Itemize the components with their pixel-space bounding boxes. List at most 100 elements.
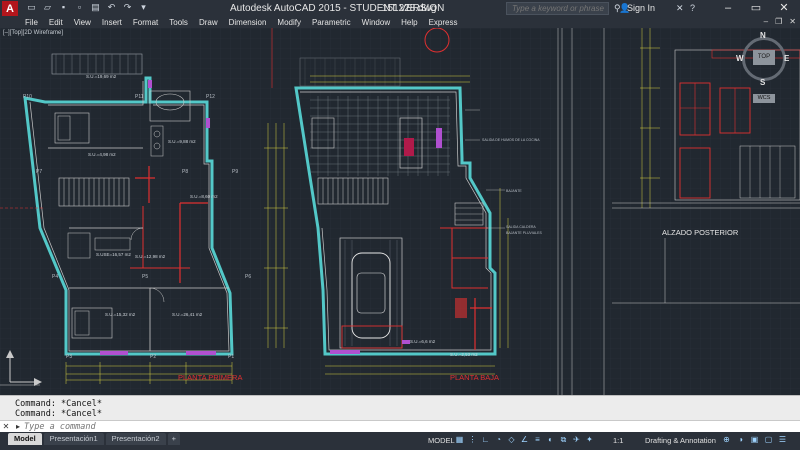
annotation-visibility-icon[interactable]: ✈ (572, 435, 581, 444)
grid-icon[interactable]: ▦ (455, 435, 464, 444)
osnap-icon[interactable]: ◇ (507, 435, 516, 444)
selection-cycling-icon[interactable]: ⧉ (559, 435, 568, 444)
help-icon[interactable]: ? (690, 3, 695, 13)
auto-scale-icon[interactable]: ✦ (585, 435, 594, 444)
point-label: P11 (135, 94, 144, 100)
plan2-title: PLANTA BAJA (450, 373, 499, 382)
maximize-button[interactable]: ▭ (742, 0, 770, 17)
room-label: S.U.=2,53 m2 (450, 352, 478, 357)
document-window-controls: – ❐ ✕ (764, 17, 796, 26)
ortho-icon[interactable]: ∟ (481, 435, 490, 444)
exchange-icon[interactable]: ✕ (676, 3, 684, 14)
point-label: P4 (52, 274, 58, 280)
point-label: P8 (182, 169, 188, 175)
menu-tools[interactable]: Tools (169, 17, 188, 28)
new-file-icon[interactable]: ▭ (26, 2, 37, 13)
tab-model[interactable]: Model (8, 433, 42, 445)
save-icon[interactable]: ▪ (58, 2, 69, 13)
viewport-controls-label[interactable]: [–][Top][2D Wireframe] (3, 30, 63, 36)
viewcube-top-face[interactable]: TOP (753, 50, 775, 65)
room-label: S.U.=4,98 m2 (88, 152, 116, 157)
sign-in-button[interactable]: Sign In (627, 3, 655, 13)
dropdown-arrow-icon[interactable]: ▾ (138, 2, 149, 13)
point-label: P6 (245, 274, 251, 280)
menu-edit[interactable]: Edit (49, 17, 63, 28)
command-history: Command: *Cancel* Command: *Cancel* (0, 395, 800, 420)
file-title: 151228.dwg (382, 3, 437, 14)
drafting-toggles: ▦ ⋮ ∟ ◔ ◇ ∠ ≡ ◐ ⧉ ✈ ✦ (455, 435, 594, 444)
status-bar: Model Presentación1 Presentación2 + MODE… (0, 432, 800, 450)
menu-insert[interactable]: Insert (102, 17, 122, 28)
command-input[interactable] (24, 421, 424, 432)
close-command-line-icon[interactable]: ✕ (0, 422, 12, 431)
close-button[interactable]: ✕ (770, 0, 798, 17)
plan1-title: PLANTA PRIMERA (178, 373, 242, 382)
search-input[interactable] (512, 4, 608, 13)
room-label: S.U.=6,6 m2 (410, 339, 436, 344)
search-box (506, 2, 609, 15)
menu-format[interactable]: Format (133, 17, 158, 28)
redo-icon[interactable]: ↷ (122, 2, 133, 13)
doc-minimize-button[interactable]: – (764, 17, 768, 26)
doc-restore-button[interactable]: ❐ (775, 17, 782, 26)
add-layout-tab-button[interactable]: + (167, 433, 180, 445)
open-file-icon[interactable]: ▱ (42, 2, 53, 13)
tab-presentacion2[interactable]: Presentación2 (105, 433, 166, 445)
minimize-button[interactable]: – (714, 0, 742, 17)
cad-drawing: PLANTA PRIMERA PLANTA BAJA ALZADO POSTER… (0, 28, 800, 395)
isolate-objects-icon[interactable]: ◑ (736, 435, 745, 444)
annotation-note: SALIDA DE HUMOS DE LA COCINA (482, 138, 540, 142)
compass-west[interactable]: W (736, 54, 744, 63)
lineweight-icon[interactable]: ≡ (533, 435, 542, 444)
application-menu-button[interactable]: A (2, 1, 18, 16)
snap-icon[interactable]: ⋮ (468, 435, 477, 444)
menu-draw[interactable]: Draw (199, 17, 218, 28)
command-prompt-icon[interactable]: ▸ (12, 422, 24, 431)
quick-access-toolbar: ▭ ▱ ▪ ▫ ▤ ↶ ↷ ▾ (26, 2, 149, 13)
command-history-line: Command: *Cancel* (15, 399, 102, 409)
doc-close-button[interactable]: ✕ (789, 17, 796, 26)
command-line: ✕ ▸ (0, 420, 800, 432)
workspace-switch-dropdown[interactable]: Drafting & Annotation (645, 436, 716, 445)
compass-east[interactable]: E (784, 54, 789, 63)
room-label: S.U.=26,41 m2 (172, 312, 203, 317)
command-history-line: Command: *Cancel* (15, 409, 102, 419)
hardware-acceleration-icon[interactable]: ▣ (750, 435, 759, 444)
drawing-viewport[interactable]: PLANTA PRIMERA PLANTA BAJA ALZADO POSTER… (0, 28, 800, 395)
transparency-icon[interactable]: ◐ (546, 435, 555, 444)
elevation-title: ALZADO POSTERIOR (662, 228, 739, 237)
point-label: P10 (23, 94, 32, 100)
clean-screen-icon[interactable]: ▢ (764, 435, 773, 444)
menu-help[interactable]: Help (401, 17, 417, 28)
menu-file[interactable]: File (25, 17, 38, 28)
print-icon[interactable]: ▤ (90, 2, 101, 13)
model-space-button[interactable]: MODEL (428, 436, 455, 445)
save-as-icon[interactable]: ▫ (74, 2, 85, 13)
compass-south[interactable]: S (760, 78, 765, 87)
viewcube[interactable]: TOP N S W E WCS (736, 31, 792, 106)
menu-express[interactable]: Express (429, 17, 458, 28)
tab-presentacion1[interactable]: Presentación1 (43, 433, 104, 445)
layout-tabs: Model Presentación1 Presentación2 + (8, 433, 180, 445)
room-label: S.U.=19,69 m2 (86, 74, 117, 79)
menu-modify[interactable]: Modify (277, 17, 301, 28)
otrack-icon[interactable]: ∠ (520, 435, 529, 444)
status-right-icons: ⊕ ◑ ▣ ▢ ☰ (722, 435, 787, 444)
annotation-monitor-icon[interactable]: ⊕ (722, 435, 731, 444)
menu-bar: File Edit View Insert Format Tools Draw … (0, 17, 800, 28)
annotation-scale-dropdown[interactable]: 1:1 (613, 436, 623, 445)
undo-icon[interactable]: ↶ (106, 2, 117, 13)
polar-icon[interactable]: ◔ (494, 435, 503, 444)
room-label: S.USE=16,57 m2 (96, 252, 131, 257)
point-label: P12 (206, 94, 215, 100)
menu-window[interactable]: Window (362, 17, 390, 28)
compass-north[interactable]: N (760, 31, 766, 40)
point-label: P5 (142, 274, 148, 280)
menu-parametric[interactable]: Parametric (312, 17, 351, 28)
customization-icon[interactable]: ☰ (778, 435, 787, 444)
wcs-menu-button[interactable]: WCS (753, 94, 775, 103)
title-bar: A ▭ ▱ ▪ ▫ ▤ ↶ ↷ ▾ Autodesk AutoCAD 2015 … (0, 0, 800, 17)
menu-view[interactable]: View (74, 17, 91, 28)
menu-dimension[interactable]: Dimension (229, 17, 267, 28)
annotation-note: BAJANTE (506, 189, 522, 193)
